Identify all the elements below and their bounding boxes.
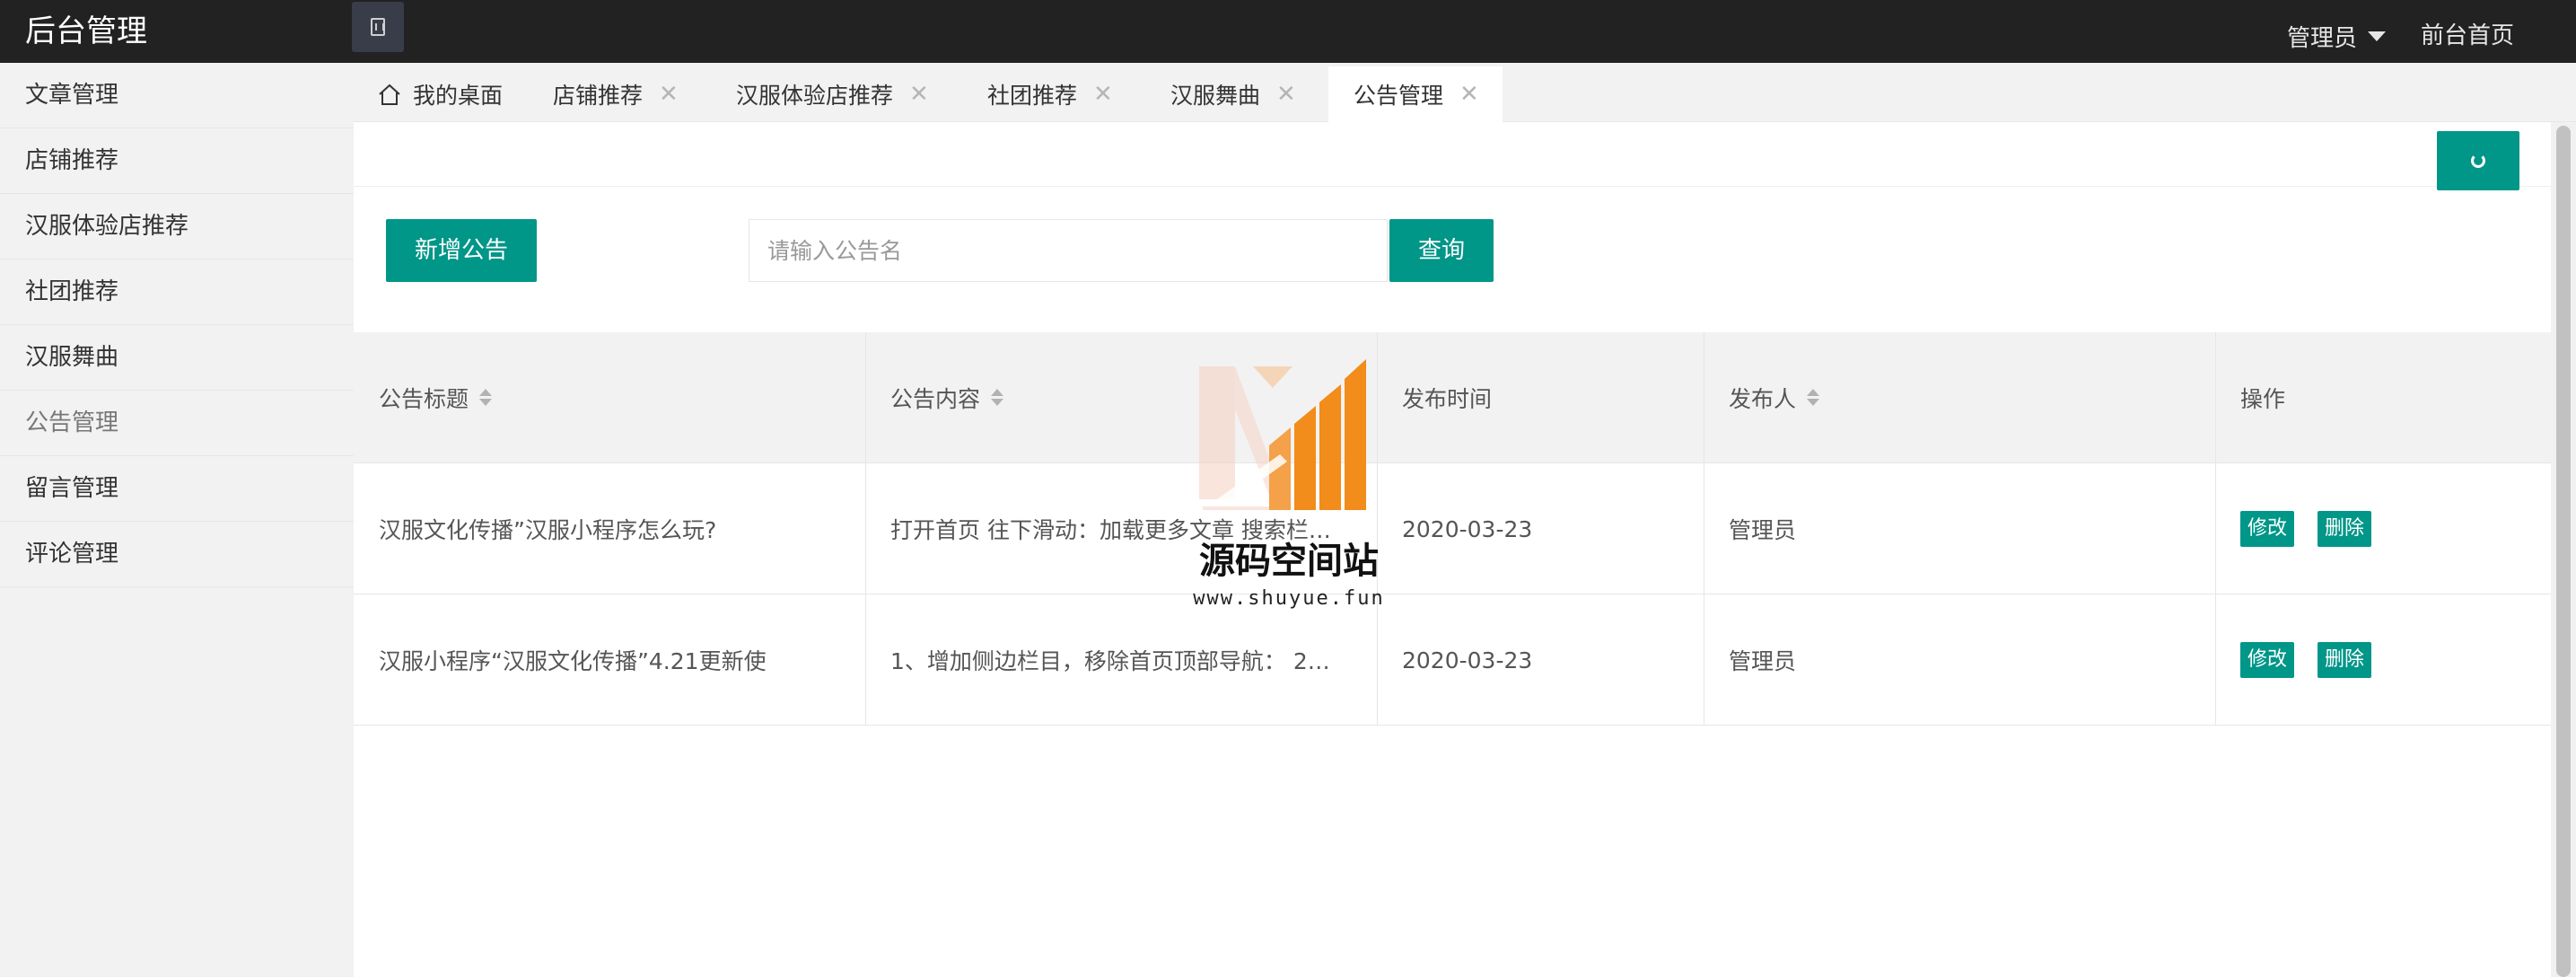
column-header-date: 发布时间 — [1402, 386, 1493, 412]
delete-button[interactable]: 删除 — [2318, 511, 2372, 547]
tab-label: 社团推荐 — [987, 83, 1078, 109]
column-header-title[interactable]: 公告标题 — [354, 332, 865, 463]
sort-icon[interactable] — [1807, 389, 1820, 407]
query-button[interactable]: 查询 — [1389, 219, 1494, 282]
sidebar: 文章管理 店铺推荐 汉服体验店推荐 社团推荐 汉服舞曲 公告管理 留言管理 评论… — [0, 63, 354, 977]
edit-button[interactable]: 修改 — [2240, 511, 2295, 547]
tab-bar: 我的桌面 店铺推荐 ✕ 汉服体验店推荐 ✕ 社团推荐 ✕ 汉服舞曲 ✕ 公告管理… — [354, 63, 2576, 122]
actions-cell: 修改 删除 — [2215, 463, 2551, 594]
column-header-author[interactable]: 发布人 — [1704, 332, 2215, 463]
close-icon[interactable]: ✕ — [1459, 81, 1479, 108]
watermark-url: www.shuyue.fun — [1193, 587, 1385, 610]
notice-title-cell: 汉服小程序“汉服文化传播”4.21更新使 — [379, 648, 767, 674]
tab-label: 我的桌面 — [413, 83, 504, 109]
scroll-thumb[interactable] — [2556, 126, 2571, 977]
collapse-icon — [371, 18, 385, 36]
page-toolbar — [354, 122, 2551, 190]
column-divider — [865, 332, 866, 726]
watermark-title: 源码空间站 — [1199, 541, 1379, 582]
notice-author-cell: 管理员 — [1729, 517, 1797, 543]
actions-cell: 修改 删除 — [2215, 594, 2551, 726]
caret-down-icon — [2368, 31, 2387, 41]
tab-experience-shops[interactable]: 汉服体验店推荐 ✕ — [736, 66, 929, 122]
home-icon — [379, 84, 400, 105]
tab-label: 店铺推荐 — [553, 83, 644, 109]
sidebar-item-shops[interactable]: 店铺推荐 — [0, 128, 354, 194]
close-icon[interactable]: ✕ — [1276, 81, 1296, 108]
tab-desktop[interactable]: 我的桌面 — [377, 66, 503, 122]
sort-icon[interactable] — [479, 389, 493, 407]
sidebar-item-clubs[interactable]: 社团推荐 — [0, 260, 354, 325]
sidebar-item-dances[interactable]: 汉服舞曲 — [0, 325, 354, 391]
sidebar-item-messages[interactable]: 留言管理 — [0, 456, 354, 522]
refresh-button[interactable] — [2437, 131, 2519, 190]
tab-dances[interactable]: 汉服舞曲 ✕ — [1170, 66, 1296, 122]
close-icon[interactable]: ✕ — [1093, 81, 1113, 108]
app-logo: 后台管理 — [25, 13, 147, 49]
tab-label: 汉服体验店推荐 — [736, 83, 894, 109]
front-home-link[interactable]: 前台首页 — [2421, 18, 2514, 54]
main-content: 我的桌面 店铺推荐 ✕ 汉服体验店推荐 ✕ 社团推荐 ✕ 汉服舞曲 ✕ 公告管理… — [354, 63, 2576, 977]
sidebar-item-articles[interactable]: 文章管理 — [0, 63, 354, 128]
tab-shops[interactable]: 店铺推荐 ✕ — [553, 66, 679, 122]
vertical-scrollbar[interactable] — [2551, 122, 2576, 977]
admin-user-menu[interactable]: 管理员 — [2287, 18, 2387, 54]
tab-notices[interactable]: 公告管理 ✕ — [1328, 66, 1503, 122]
admin-user-label: 管理员 — [2287, 24, 2358, 52]
watermark-logo-icon — [1199, 359, 1366, 510]
tab-clubs[interactable]: 社团推荐 ✕ — [987, 66, 1113, 122]
edit-button[interactable]: 修改 — [2240, 642, 2295, 678]
top-header: 后台管理 管理员 前台首页 — [0, 0, 2576, 63]
tab-label: 汉服舞曲 — [1170, 83, 1261, 109]
sidebar-item-experience-shops[interactable]: 汉服体验店推荐 — [0, 194, 354, 260]
column-divider — [2215, 332, 2216, 726]
table-row: 汉服小程序“汉服文化传播”4.21更新使 1、增加侧边栏目，移除首页顶部导航： … — [354, 594, 2551, 726]
add-notice-button[interactable]: 新增公告 — [386, 219, 537, 282]
sidebar-toggle-button[interactable] — [352, 2, 404, 52]
notice-author-cell: 管理员 — [1729, 648, 1797, 674]
close-icon[interactable]: ✕ — [659, 81, 679, 108]
notice-date-cell: 2020-03-23 — [1402, 515, 1533, 542]
table-row: 汉服文化传播”汉服小程序怎么玩? 打开首页 往下滑动：加载更多文章 搜索栏… 2… — [354, 463, 2551, 594]
table-header: 公告标题 公告内容 发布时间 发布人 操作 — [354, 332, 2551, 463]
sidebar-item-notices[interactable]: 公告管理 — [0, 391, 354, 456]
sort-icon[interactable] — [991, 389, 1004, 407]
notice-date-cell: 2020-03-23 — [1402, 647, 1533, 673]
column-header-actions: 操作 — [2240, 386, 2286, 412]
notice-title-cell: 汉服文化传播”汉服小程序怎么玩? — [379, 517, 717, 543]
delete-button[interactable]: 删除 — [2318, 642, 2372, 678]
notice-search-input[interactable] — [749, 219, 1388, 282]
tab-label: 公告管理 — [1354, 83, 1444, 109]
close-icon[interactable]: ✕ — [909, 81, 929, 108]
sidebar-item-comments[interactable]: 评论管理 — [0, 522, 354, 587]
refresh-icon — [2471, 154, 2485, 168]
